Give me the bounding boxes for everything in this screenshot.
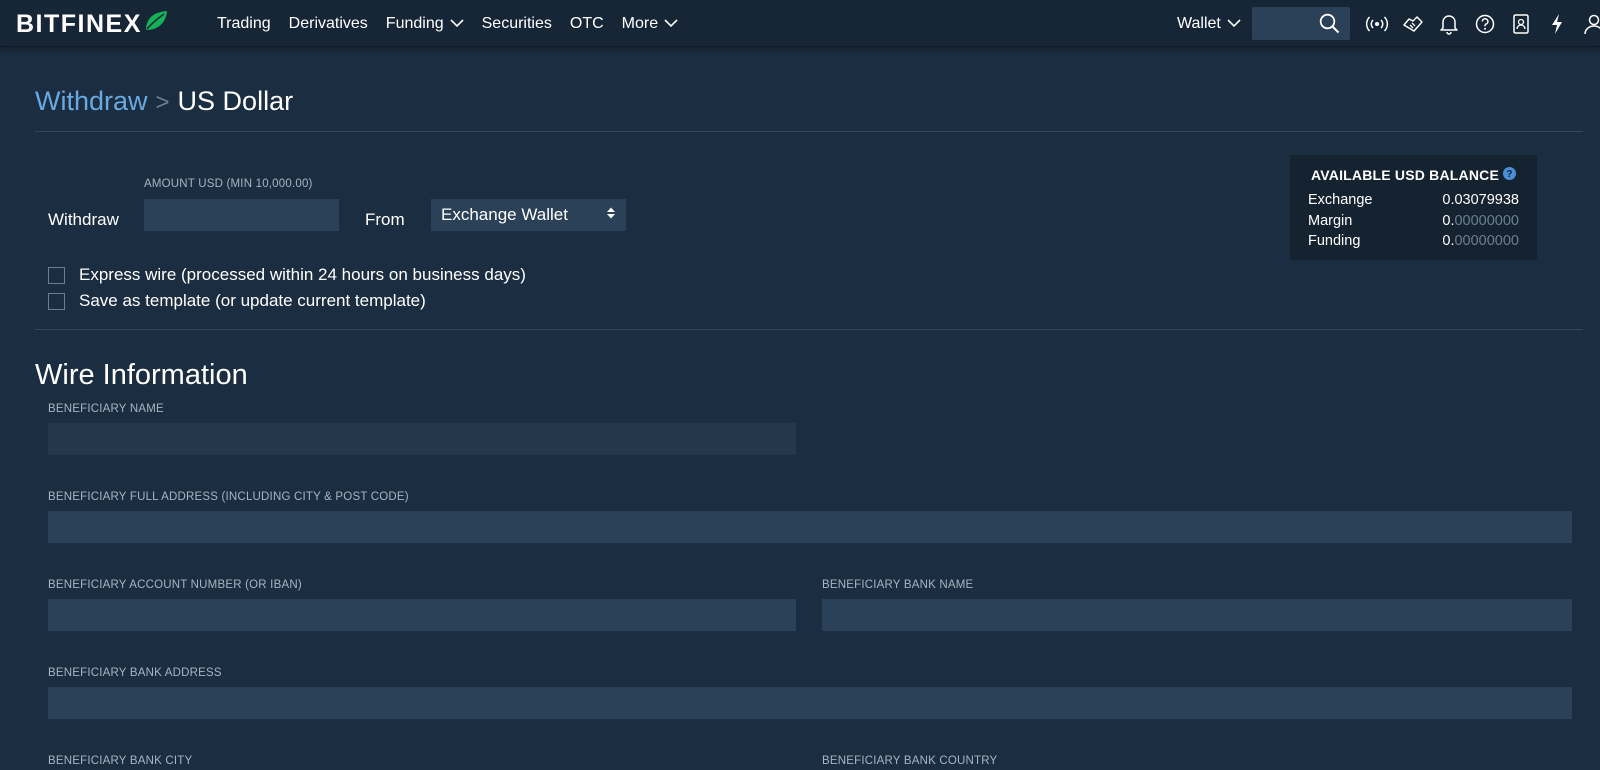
bank-address-label: BENEFICIARY BANK ADDRESS [48, 667, 222, 679]
balance-row-margin: Margin 0.00000000 [1308, 211, 1519, 232]
nav-more-label: More [621, 14, 659, 32]
search-icon[interactable] [1319, 13, 1340, 39]
amount-label: AMOUNT USD (MIN 10,000.00) [144, 178, 313, 190]
account-number-input[interactable] [48, 599, 796, 631]
express-wire-checkbox[interactable] [48, 266, 65, 284]
beneficiary-address-input[interactable] [48, 511, 1572, 543]
balance-value: 0.00000000 [1442, 231, 1519, 252]
bank-name-input[interactable] [822, 599, 1572, 631]
broadcast-icon[interactable] [1364, 11, 1390, 37]
balance-value-int: 0. [1442, 233, 1455, 249]
balance-name: Margin [1308, 212, 1353, 229]
bell-icon[interactable] [1436, 11, 1462, 37]
balance-value-int: 0. [1442, 212, 1455, 229]
nav-derivatives-label: Derivatives [288, 14, 368, 32]
divider [35, 329, 1583, 330]
wallet-menu[interactable]: Wallet [1177, 0, 1241, 47]
chevron-down-icon [664, 15, 678, 33]
balance-title-text: AVAILABLE USD BALANCE [1310, 167, 1499, 183]
bank-city-label: BENEFICIARY BANK CITY [48, 755, 193, 767]
from-wallet-select[interactable]: Exchange Wallet [431, 199, 626, 231]
bank-country-label: BENEFICIARY BANK COUNTRY [822, 755, 998, 767]
amount-input[interactable] [144, 199, 339, 231]
top-navigation-bar: BITFINEX Trading Derivatives Funding Sec… [0, 0, 1600, 47]
balance-value-frac: 00000000 [1454, 233, 1519, 249]
page-title: US Dollar [177, 86, 294, 116]
from-label: From [365, 210, 405, 229]
express-wire-label: Express wire (processed within 24 hours … [79, 265, 526, 284]
bank-name-label: BENEFICIARY BANK NAME [822, 579, 974, 591]
chevron-down-icon [1227, 15, 1241, 33]
bank-address-input[interactable] [48, 687, 1572, 719]
wallet-menu-label: Wallet [1177, 14, 1221, 32]
toolbar-icons [1364, 0, 1600, 47]
help-icon[interactable] [1472, 11, 1498, 37]
nav-funding[interactable]: Funding [386, 15, 464, 33]
breadcrumb-withdraw-link[interactable]: Withdraw [35, 86, 148, 117]
search-input[interactable] [1252, 7, 1350, 40]
help-icon[interactable]: ? [1503, 167, 1516, 183]
nav-trading-label: Trading [217, 14, 271, 32]
balance-row-exchange: Exchange 0.03079938 [1308, 190, 1519, 211]
account-number-label: BENEFICIARY ACCOUNT NUMBER (OR IBAN) [48, 579, 302, 591]
save-template-option[interactable]: Save as template (or update current temp… [48, 291, 426, 311]
balance-name: Funding [1308, 233, 1361, 249]
save-template-checkbox[interactable] [48, 292, 65, 310]
balance-name: Exchange [1308, 192, 1373, 208]
nav-funding-label: Funding [385, 14, 444, 32]
nav-derivatives[interactable]: Derivatives [289, 15, 368, 33]
nav-securities[interactable]: Securities [482, 15, 552, 33]
beneficiary-name-input[interactable] [48, 423, 796, 455]
nav-more[interactable]: More [622, 15, 678, 33]
balance-value: 0.03079938 [1442, 190, 1519, 211]
lightning-icon[interactable] [1544, 11, 1570, 37]
available-balance-panel: AVAILABLE USD BALANCE ? Exchange 0.03079… [1290, 155, 1537, 260]
address-book-icon[interactable] [1508, 11, 1534, 37]
balance-value-int: 0. [1442, 192, 1455, 208]
nav-otc[interactable]: OTC [570, 15, 604, 33]
nav-otc-label: OTC [569, 14, 604, 32]
nav-securities-label: Securities [481, 14, 552, 32]
beneficiary-address-label: BENEFICIARY FULL ADDRESS (INCLUDING CITY… [48, 491, 409, 503]
balance-title: AVAILABLE USD BALANCE ? [1308, 167, 1519, 183]
handshake-icon[interactable] [1400, 11, 1426, 37]
leaf-icon [144, 10, 168, 39]
from-wallet-selected: Exchange Wallet [441, 205, 568, 224]
beneficiary-name-label: BENEFICIARY NAME [48, 403, 164, 415]
chevron-down-icon [450, 15, 464, 33]
breadcrumb-separator: > [155, 89, 170, 116]
balance-row-funding: Funding 0.00000000 [1308, 231, 1519, 252]
wire-information-heading: Wire Information [35, 359, 248, 391]
balance-value: 0.00000000 [1442, 211, 1519, 232]
divider [35, 131, 1583, 132]
express-wire-option[interactable]: Express wire (processed within 24 hours … [48, 265, 526, 285]
save-template-label: Save as template (or update current temp… [79, 291, 426, 310]
breadcrumb: Withdraw > US Dollar [35, 86, 293, 117]
balance-value-frac: 00000000 [1454, 212, 1519, 229]
user-icon[interactable] [1580, 11, 1600, 37]
select-arrows-icon [606, 205, 616, 225]
bitfinex-logo[interactable]: BITFINEX [16, 9, 168, 39]
nav-trading[interactable]: Trading [217, 15, 271, 33]
svg-text:?: ? [1506, 169, 1512, 180]
main-nav: Trading Derivatives Funding Securities O… [217, 0, 696, 47]
withdraw-label: Withdraw [48, 210, 119, 229]
logo-text: BITFINEX [16, 9, 142, 38]
balance-value-frac: 03079938 [1454, 192, 1519, 208]
